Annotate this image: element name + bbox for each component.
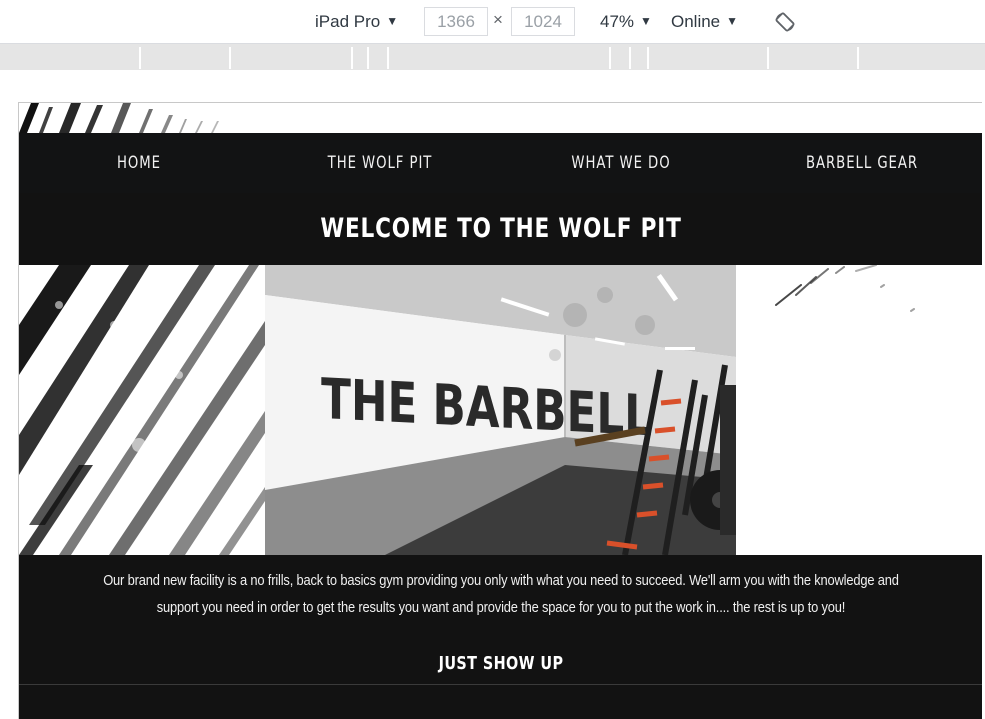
section-divider	[19, 684, 982, 685]
media-query-marker[interactable]	[387, 47, 389, 69]
media-query-marker[interactable]	[139, 47, 141, 69]
device-viewport[interactable]: THE BARBELL HOME THE WOLF PIT WHAT WE DO…	[18, 102, 982, 719]
nav-item-barbell-gear[interactable]: BARBELL GEAR	[784, 151, 940, 175]
media-query-marker[interactable]	[351, 47, 353, 69]
device-toolbar: iPad Pro ▼ 1366 × 1024 47% ▼ Online ▼	[0, 0, 985, 44]
dropdown-triangle-icon: ▼	[386, 14, 399, 28]
gym-photo: THE BARBELL	[265, 265, 736, 555]
device-label: iPad Pro	[315, 12, 381, 31]
throttling-label: Online	[671, 12, 721, 31]
height-input[interactable]: 1024	[511, 7, 575, 36]
logo-fragment: THE BARBELL	[457, 103, 547, 108]
page-title: WELCOME TO THE WOLF PIT	[320, 213, 682, 244]
media-query-marker[interactable]	[767, 47, 769, 69]
hero-section: THE BARBELL	[19, 265, 982, 555]
grunge-texture-right	[736, 265, 982, 555]
media-query-bar[interactable]	[0, 44, 985, 70]
rotate-device-icon[interactable]	[774, 11, 796, 33]
intro-paragraph: Our brand new facility is a no frills, b…	[33, 567, 969, 621]
grunge-texture-left	[19, 265, 265, 555]
dropdown-triangle-icon: ▼	[640, 14, 652, 28]
dropdown-triangle-icon: ▼	[726, 14, 739, 28]
nav-item-the-wolf-pit[interactable]: THE WOLF PIT	[302, 151, 458, 175]
nav-item-what-we-do[interactable]: WHAT WE DO	[543, 151, 699, 175]
dimension-separator: ×	[493, 10, 503, 29]
zoom-label: 47%	[600, 12, 635, 31]
intro-text: Our brand new facility is a no frills, b…	[103, 572, 899, 616]
media-query-marker[interactable]	[367, 47, 369, 69]
throttling-select[interactable]: Online ▼	[671, 8, 738, 36]
media-query-marker[interactable]	[857, 47, 859, 69]
main-nav: HOME THE WOLF PIT WHAT WE DO BARBELL GEA…	[19, 133, 982, 193]
zoom-select[interactable]: 47% ▼	[600, 8, 652, 36]
header-strip: THE BARBELL	[19, 103, 982, 133]
media-query-marker[interactable]	[609, 47, 611, 69]
device-select[interactable]: iPad Pro ▼	[315, 8, 398, 36]
section-heading: JUST SHOW UP	[438, 653, 564, 674]
media-query-marker[interactable]	[647, 47, 649, 69]
width-input[interactable]: 1366	[424, 7, 488, 36]
media-query-marker[interactable]	[229, 47, 231, 69]
nav-item-home[interactable]: HOME	[61, 151, 217, 175]
media-query-marker[interactable]	[629, 47, 631, 69]
